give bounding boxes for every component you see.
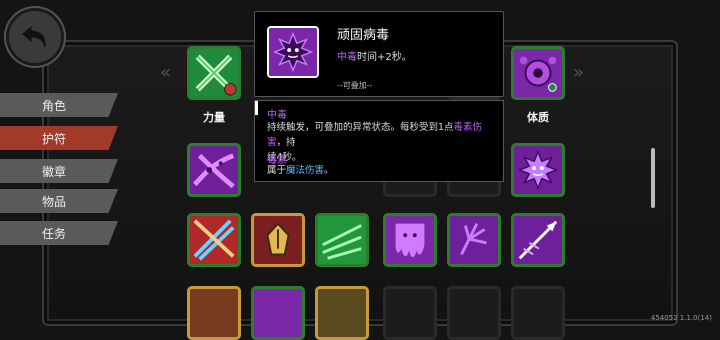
toxin-desc: 属于魔法伤害。 [267,163,334,178]
virus-eye-icon [514,49,562,97]
slime-icon [386,216,434,264]
demon-icon [254,289,302,337]
charm-slot[interactable] [187,286,241,340]
charm-tooltip-title: 顽固病毒 [337,28,390,43]
crest-icon [318,289,366,337]
spear-strike-icon [514,216,562,264]
locked-icon [450,289,498,337]
charm-slot[interactable] [511,143,565,197]
charm-slot[interactable] [511,286,565,340]
poison-title: 中毒 [267,110,287,121]
claw-hand-icon [450,216,498,264]
magic-damage-keyword: 魔法伤害 [286,165,325,176]
toxin-text: 。 [324,165,334,176]
keyword-tooltip: 中毒 持续触发，可叠加的异常状态。每秒受到1点毒素伤害，持 续4秒。 毒素 属于… [254,100,504,182]
virus-icon [269,28,317,76]
sidebar-item-label: 护符 [42,131,67,146]
virus-icon [514,146,562,194]
crossed-spears-icon [190,216,238,264]
effect-text: 时间+2秒。 [357,52,412,63]
helmet-icon [254,216,302,264]
sidebar-item-label: 物品 [42,194,67,209]
poison-desc: 持续触发，可叠加的异常状态。每秒受到1点毒素伤害，持 续4秒。 [267,120,499,165]
poison-text: ，持 [276,137,296,148]
tooltip-marker [255,101,258,115]
constitution-label: 体质 [527,111,549,124]
sidebar-item-quests[interactable]: 任务 [0,221,118,245]
wind-slash-icon [318,216,366,264]
tentacle-icon [190,146,238,194]
charm-slot[interactable] [447,286,501,340]
charm-slot[interactable] [251,213,305,267]
sidebar-item-charm[interactable]: 护符 [0,126,118,150]
locked-icon [514,289,562,337]
constitution-slot[interactable] [511,46,565,100]
charm-slot[interactable] [315,286,369,340]
toxin-text: 属于 [267,165,287,176]
sidebar-item-badge[interactable]: 徽章 [0,159,118,183]
chevron-left-icon: « [160,62,172,83]
charm-tooltip: 顽固病毒 中毒时间+2秒。 --可叠加-- [254,11,504,97]
charm-tooltip-icon-frame [267,26,319,78]
locked-icon [386,289,434,337]
charm-tooltip-effect: 中毒时间+2秒。 [337,48,412,63]
charm-slot[interactable] [187,143,241,197]
version-label: 454052 1.1.0(14) [650,314,712,322]
strength-label: 力量 [203,111,225,124]
back-button[interactable] [6,8,64,66]
scrollbar[interactable] [651,148,655,208]
charm-slot[interactable] [447,213,501,267]
chevron-right-icon: » [573,62,585,83]
charm-slot[interactable] [383,213,437,267]
charm-slot[interactable] [315,213,369,267]
sidebar-item-items[interactable]: 物品 [0,189,118,213]
poison-text: 持续触发，可叠加的异常状态。每秒受到1点 [267,122,454,133]
sidebar-item-character[interactable]: 角色 [0,93,118,117]
strength-slot[interactable] [187,46,241,100]
sidebar-item-label: 徽章 [42,164,67,179]
stack-note: --可叠加-- [337,81,373,90]
charm-slot[interactable] [511,213,565,267]
back-arrow-icon [22,25,46,48]
relic-icon [190,289,238,337]
poison-keyword: 中毒 [337,52,357,63]
charm-slot[interactable] [187,213,241,267]
sidebar-item-label: 角色 [42,98,67,113]
sidebar-item-label: 任务 [42,226,67,241]
charm-slot[interactable] [383,286,437,340]
charm-slot[interactable] [251,286,305,340]
cross-blades-icon [190,49,238,97]
